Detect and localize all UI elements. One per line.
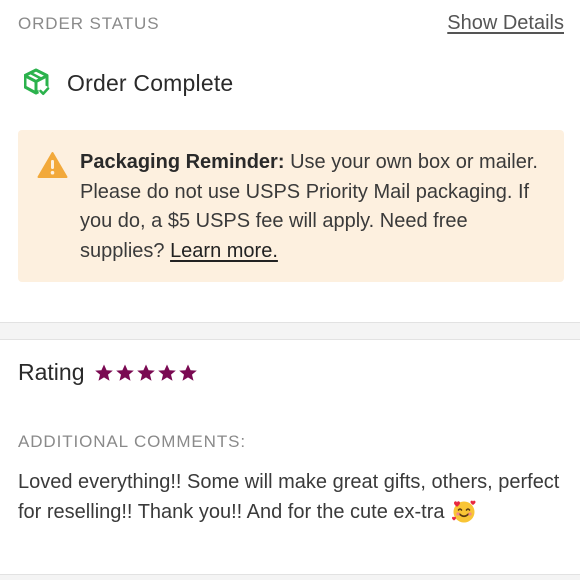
packaging-reminder-banner: Packaging Reminder: Use your own box or … <box>18 130 564 282</box>
star-icon <box>116 364 135 381</box>
star-icon <box>137 364 156 381</box>
comment-body: Loved everything!! Some will make great … <box>18 471 560 523</box>
order-detail-page: ORDER STATUS Show Details Order Complete… <box>0 0 580 580</box>
additional-comments-label: ADDITIONAL COMMENTS: <box>18 432 246 451</box>
rating-title: Rating <box>18 359 85 385</box>
order-status-row: Order Complete <box>24 68 233 98</box>
packaging-reminder-heading: Packaging Reminder: <box>80 151 285 173</box>
card-bottom-divider <box>0 574 580 580</box>
star-icon <box>95 364 114 381</box>
smiling-face-with-hearts-icon <box>451 500 476 522</box>
rating-card: Rating ADDITIONAL COMMENTS: Loved everyt… <box>0 340 580 580</box>
learn-more-link[interactable]: Learn more. <box>170 240 278 262</box>
order-status-title: Order Complete <box>67 69 234 96</box>
order-status-label: ORDER STATUS <box>18 14 160 33</box>
order-status-card: ORDER STATUS Show Details Order Complete… <box>0 0 580 322</box>
show-details-link[interactable]: Show Details <box>447 12 564 35</box>
rating-row: Rating <box>18 359 199 386</box>
packaging-reminder-text: Packaging Reminder: Use your own box or … <box>80 148 544 266</box>
star-icon <box>179 364 198 381</box>
star-rating <box>94 363 199 383</box>
star-icon <box>158 364 177 381</box>
additional-comments-text: Loved everything!! Some will make great … <box>18 468 566 527</box>
order-status-header: ORDER STATUS Show Details <box>18 12 564 35</box>
warning-triangle-icon <box>37 152 68 178</box>
package-check-icon <box>24 68 50 97</box>
section-divider <box>0 322 580 340</box>
